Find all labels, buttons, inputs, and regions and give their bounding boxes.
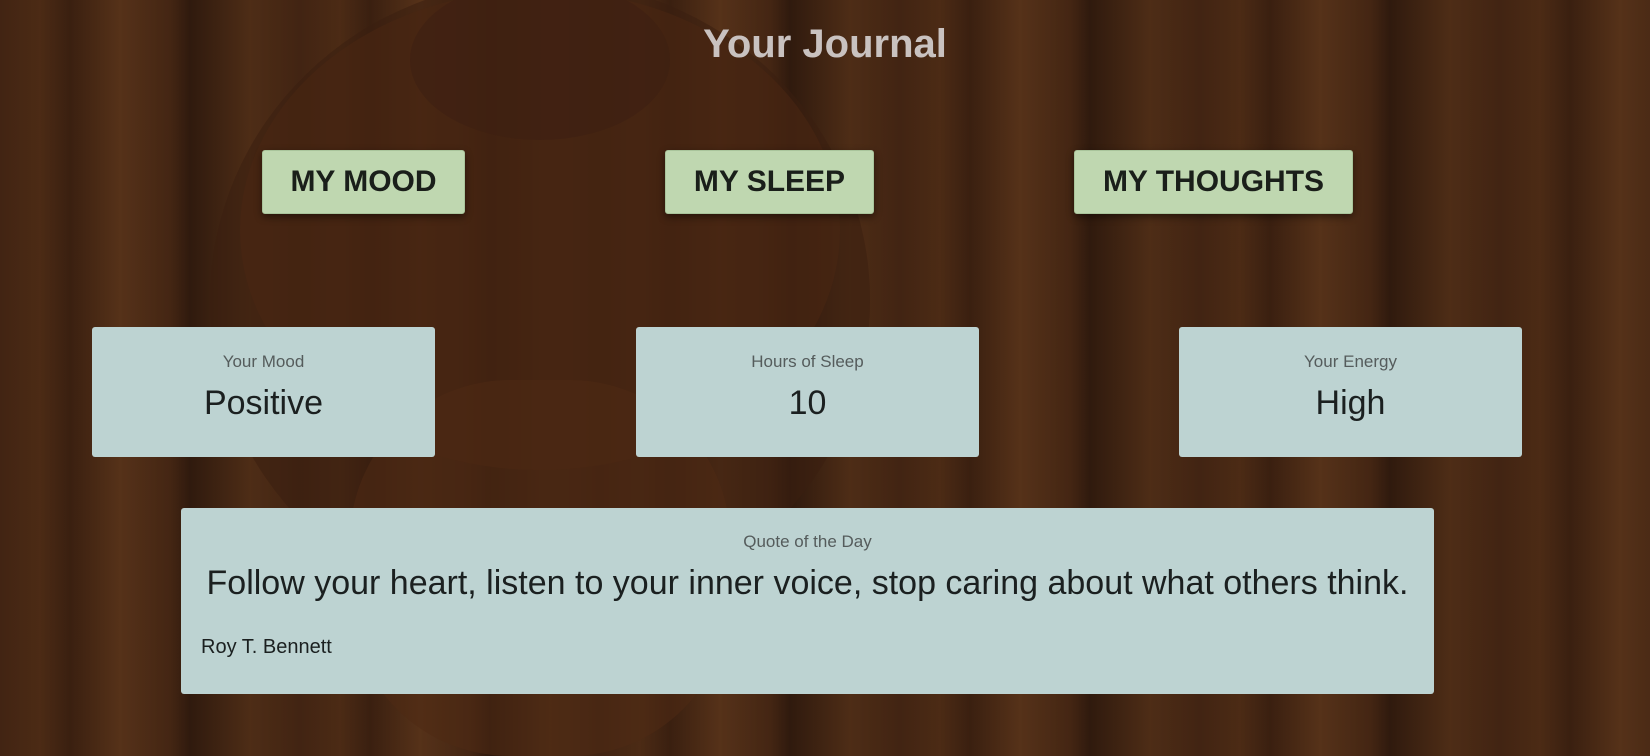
my-mood-button[interactable]: MY MOOD xyxy=(262,150,465,214)
my-thoughts-button[interactable]: MY THOUGHTS xyxy=(1074,150,1353,214)
mood-card: Your Mood Positive xyxy=(92,327,435,457)
sleep-card-label: Hours of Sleep xyxy=(751,352,864,371)
quote-text: Follow your heart, listen to your inner … xyxy=(206,564,1409,602)
energy-card-label: Your Energy xyxy=(1304,352,1397,371)
mood-card-value: Positive xyxy=(203,384,324,422)
quote-author: Roy T. Bennett xyxy=(201,636,332,658)
energy-card-value: High xyxy=(1315,384,1386,422)
page-title: Your Journal xyxy=(703,22,947,66)
quote-card-label: Quote of the Day xyxy=(743,532,872,551)
sleep-card-value: 10 xyxy=(788,384,827,422)
my-sleep-button[interactable]: MY SLEEP xyxy=(665,150,874,214)
energy-card: Your Energy High xyxy=(1179,327,1522,457)
quote-card: Quote of the Day Follow your heart, list… xyxy=(181,508,1434,694)
mood-card-label: Your Mood xyxy=(222,352,305,371)
sleep-card: Hours of Sleep 10 xyxy=(636,327,979,457)
